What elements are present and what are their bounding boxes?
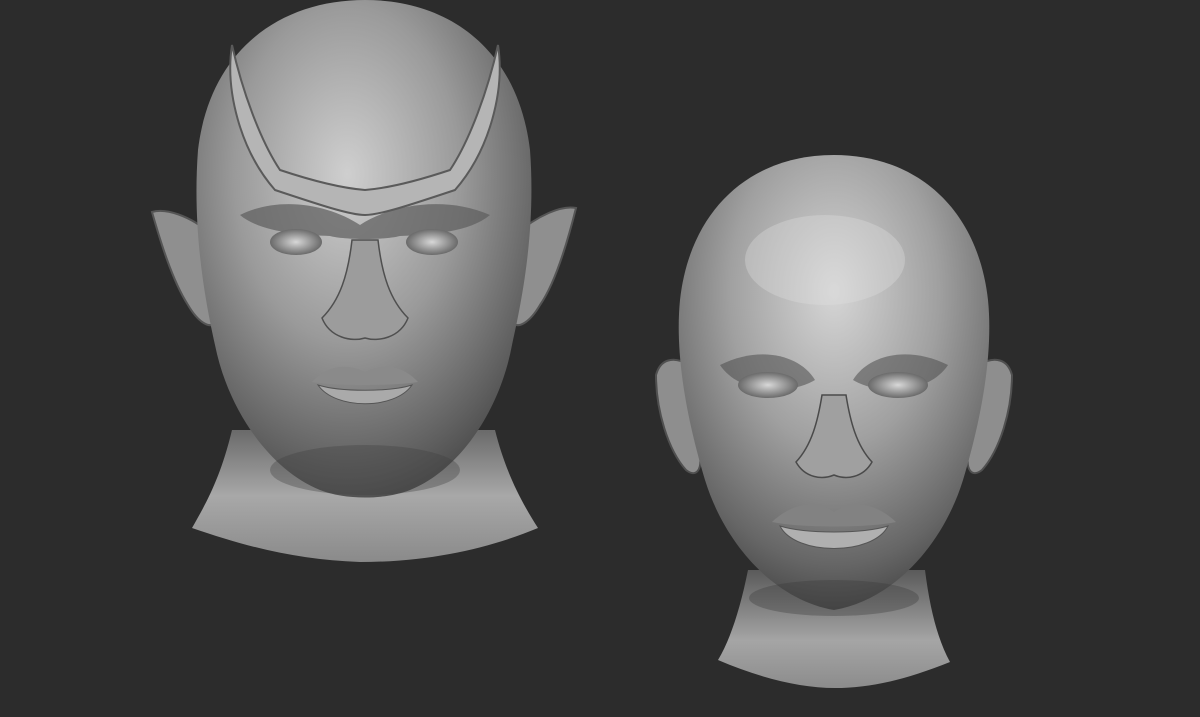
female-left-eye	[738, 372, 798, 398]
alien-left-eye	[270, 229, 322, 255]
female-right-eye	[868, 372, 928, 398]
render-canvas	[150, 0, 1014, 688]
female-jaw-shadow	[749, 580, 919, 616]
sculpt-viewport	[0, 0, 1200, 717]
alien-head-sculpt	[150, 0, 578, 562]
female-forehead-highlight	[745, 215, 905, 305]
female-head-sculpt	[654, 155, 1014, 688]
alien-right-eye	[406, 229, 458, 255]
alien-jaw-shadow	[270, 445, 460, 495]
